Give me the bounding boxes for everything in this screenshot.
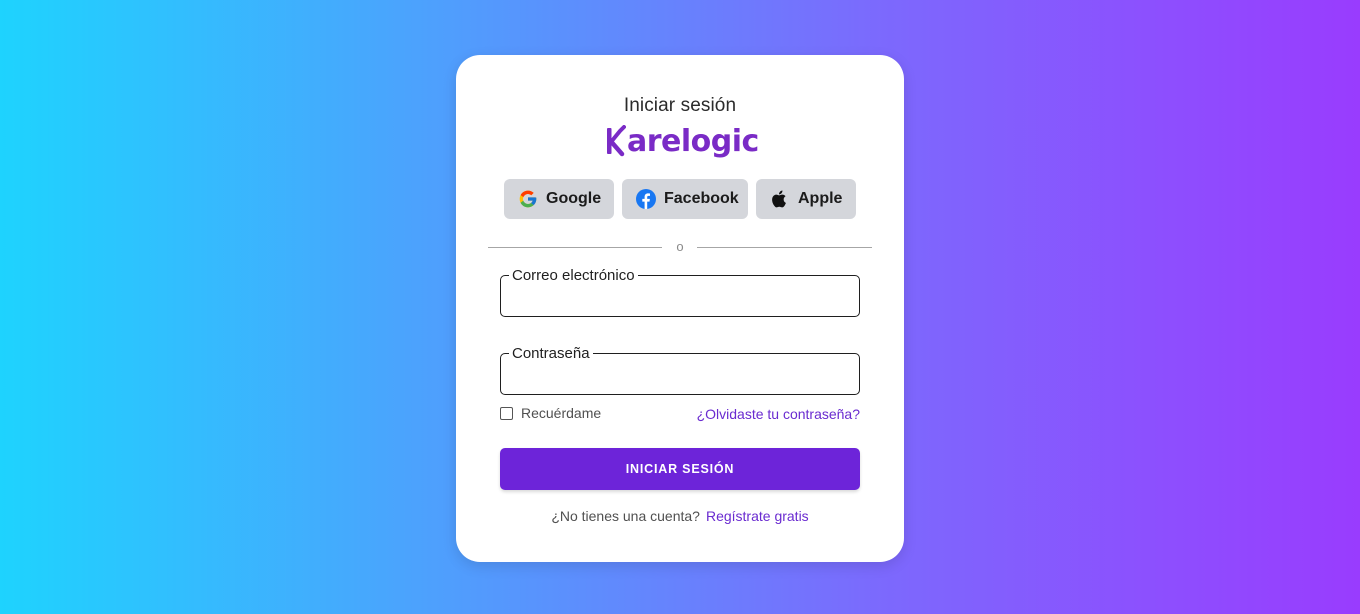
email-input[interactable] bbox=[513, 284, 847, 314]
facebook-icon bbox=[636, 189, 656, 209]
page-title: Iniciar sesión bbox=[623, 95, 737, 116]
apple-login-button[interactable]: Apple bbox=[756, 179, 856, 219]
facebook-login-button[interactable]: Facebook bbox=[622, 179, 748, 219]
password-field[interactable]: Contraseña bbox=[500, 345, 860, 395]
brand-logo-text: arelogic bbox=[627, 123, 759, 159]
email-label: Correo electrónico bbox=[512, 267, 635, 284]
forgot-password-link[interactable]: ¿Olvidaste tu contraseña? bbox=[697, 406, 860, 422]
signup-question: ¿No tienes una cuenta? bbox=[551, 508, 700, 524]
remember-me-label: Recuérdame bbox=[521, 405, 602, 421]
divider-line-right bbox=[697, 247, 872, 248]
or-divider: o bbox=[488, 237, 872, 257]
facebook-login-label: Facebook bbox=[664, 190, 739, 207]
password-label: Contraseña bbox=[512, 345, 590, 362]
apple-icon bbox=[770, 189, 790, 209]
signup-link[interactable]: Regístrate gratis bbox=[706, 508, 809, 524]
signup-prompt: ¿No tienes una cuenta? Regístrate gratis bbox=[456, 508, 904, 524]
google-login-label: Google bbox=[546, 190, 602, 207]
login-card: Iniciar sesión arelogic Google Facebook … bbox=[456, 55, 904, 562]
password-input[interactable] bbox=[513, 362, 847, 392]
brand-logo-mark bbox=[606, 125, 626, 157]
brand-logo: arelogic bbox=[606, 121, 759, 161]
social-login-group: Google Facebook Apple bbox=[504, 179, 856, 219]
apple-login-label: Apple bbox=[798, 190, 843, 207]
login-submit-button[interactable]: INICIAR SESIÓN bbox=[500, 448, 860, 490]
remember-me[interactable]: Recuérdame bbox=[500, 405, 601, 421]
google-icon bbox=[518, 189, 538, 209]
google-login-button[interactable]: Google bbox=[504, 179, 614, 219]
remember-me-checkbox[interactable] bbox=[500, 406, 513, 420]
email-field[interactable]: Correo electrónico bbox=[500, 267, 860, 317]
